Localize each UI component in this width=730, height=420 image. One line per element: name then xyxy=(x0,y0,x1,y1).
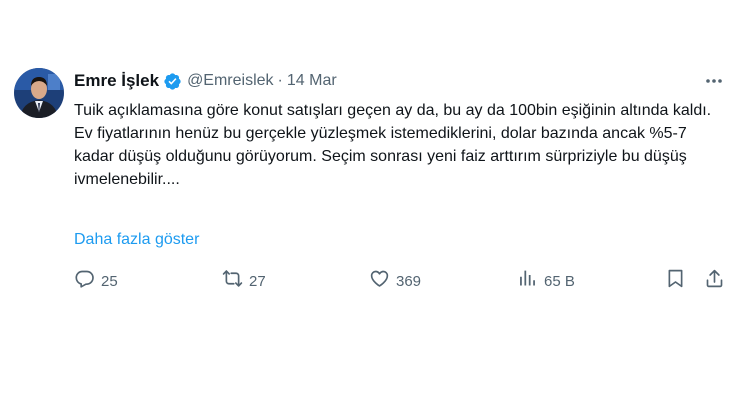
retweet-button[interactable]: 27 xyxy=(222,268,266,294)
tweet-card: Emre İşlek @Emreislek · 14 Mar Tuik açık… xyxy=(0,0,730,420)
views-button[interactable]: 65 B xyxy=(517,268,575,294)
reply-icon xyxy=(74,268,95,294)
retweet-icon xyxy=(222,268,243,294)
author-name[interactable]: Emre İşlek xyxy=(74,71,159,91)
bookmark-button[interactable] xyxy=(665,268,686,294)
like-button[interactable]: 369 xyxy=(369,268,421,294)
share-button[interactable] xyxy=(704,268,725,294)
reply-button[interactable]: 25 xyxy=(74,268,118,294)
tweet-date[interactable]: 14 Mar xyxy=(287,72,337,90)
retweet-count: 27 xyxy=(249,272,266,290)
tweet-text: Tuik açıklamasına göre konut satışları g… xyxy=(74,99,724,191)
tweet-paragraph-1: Tuik açıklamasına göre konut satışları g… xyxy=(74,102,712,119)
tweet-paragraph-2: Ev fiyatlarının henüz bu gerçekle yüzleş… xyxy=(74,125,687,188)
show-more-link[interactable]: Daha fazla göster xyxy=(74,228,199,251)
bookmark-icon xyxy=(665,268,686,294)
separator-dot: · xyxy=(277,72,283,89)
author-handle[interactable]: @Emreislek xyxy=(187,72,273,90)
more-dots-icon[interactable] xyxy=(704,72,724,90)
avatar[interactable] xyxy=(14,68,64,118)
heart-icon xyxy=(369,268,390,294)
views-chart-icon xyxy=(517,268,538,294)
share-icon xyxy=(704,268,725,294)
tweet-header: Emre İşlek @Emreislek · 14 Mar xyxy=(74,70,337,92)
views-count: 65 B xyxy=(544,272,575,290)
reply-count: 25 xyxy=(101,272,118,290)
verified-badge-icon xyxy=(163,72,182,91)
like-count: 369 xyxy=(396,272,422,290)
